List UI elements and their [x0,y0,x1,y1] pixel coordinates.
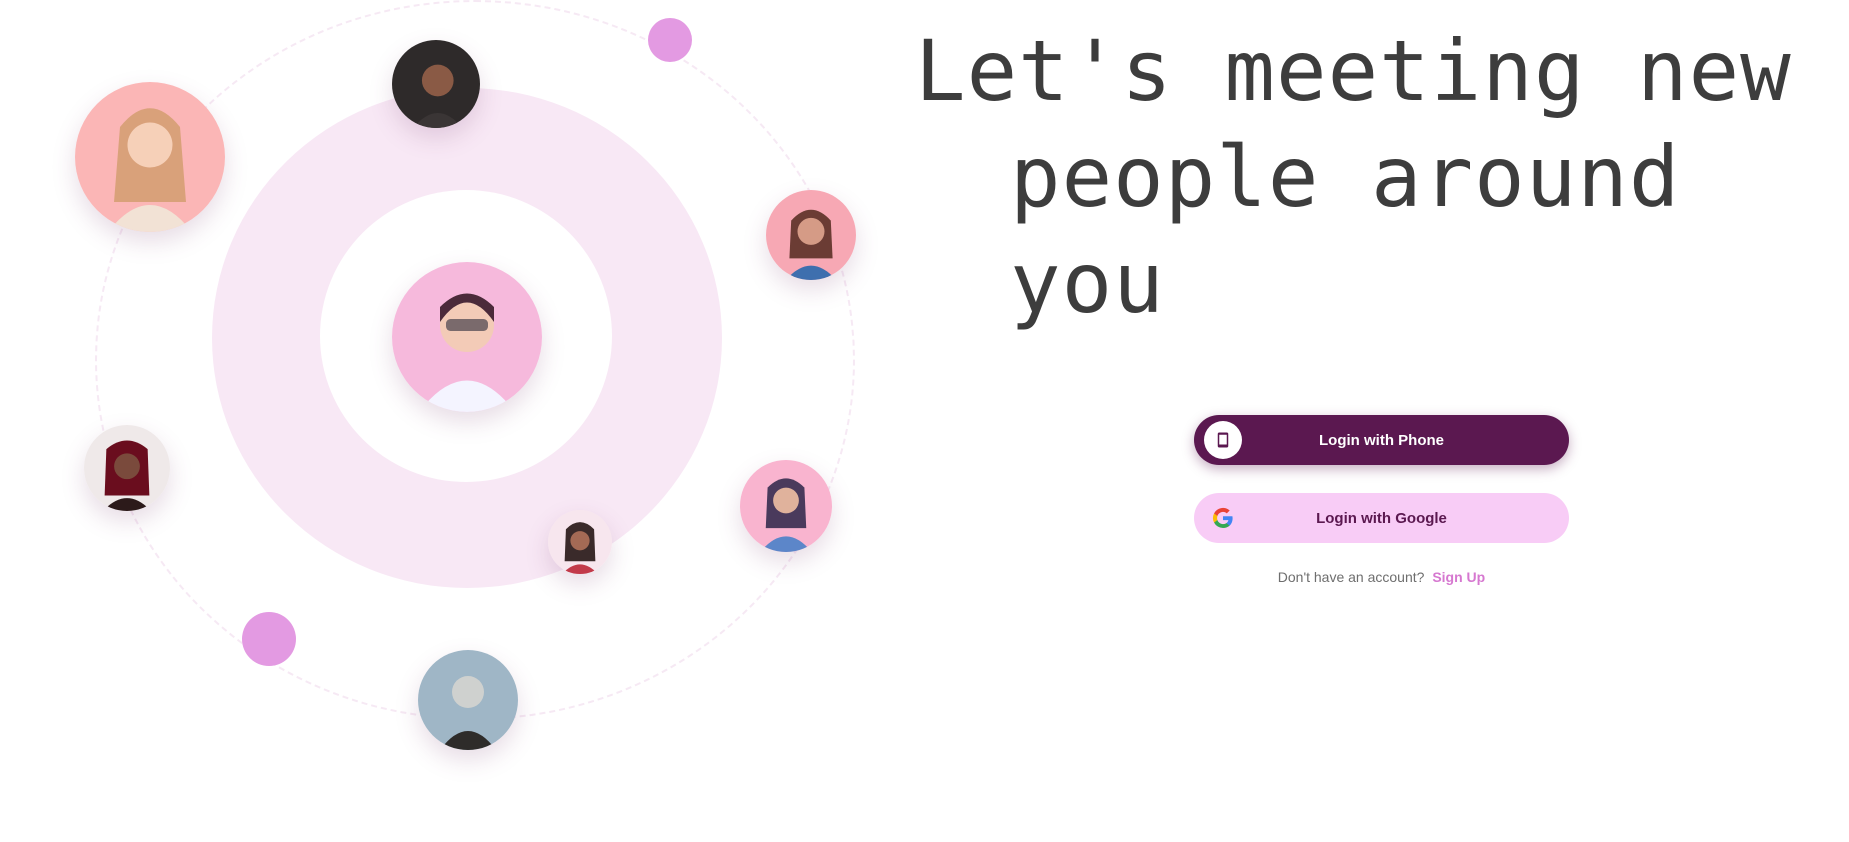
auth-panel: Login with Phone Login with Google Don't… [1194,415,1569,585]
avatar-bottom [418,650,518,750]
headline-line-1: Let's meeting new [915,22,1792,120]
login-phone-button[interactable]: Login with Phone [1194,415,1569,465]
decorative-dot-bottom-left [242,612,296,666]
decorative-dot-top [648,18,692,62]
login-phone-label: Login with Phone [1319,431,1444,449]
google-icon [1204,499,1242,537]
center-avatar [392,262,542,412]
signup-prompt: Don't have an account? [1277,569,1425,585]
phone-icon [1204,421,1242,459]
avatar-right-lower [740,460,832,552]
login-google-label: Login with Google [1316,509,1447,527]
avatar-right [766,190,856,280]
login-google-button[interactable]: Login with Google [1194,493,1569,543]
signup-link[interactable]: Sign Up [1432,569,1485,585]
onboarding-screen: Let's meeting new people around you Logi… [0,0,1849,842]
avatar-left [84,425,170,511]
headline: Let's meeting new people around you [915,18,1835,336]
headline-line-2: people around you [1010,128,1681,332]
avatar-small-center [548,510,612,574]
avatar-top [392,40,480,128]
people-orbit-illustration [0,0,900,842]
signup-row: Don't have an account? Sign Up [1194,569,1569,585]
avatar-top-left [75,82,225,232]
